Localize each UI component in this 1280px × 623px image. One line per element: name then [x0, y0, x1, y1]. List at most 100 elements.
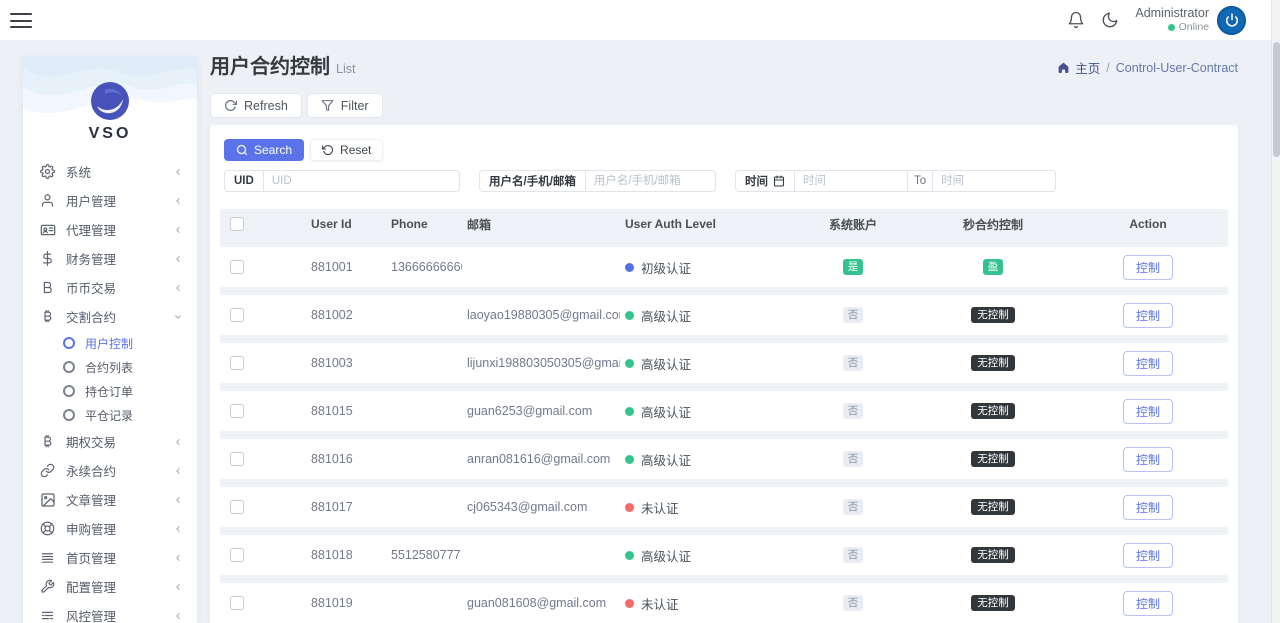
row-checkbox[interactable] [230, 500, 244, 514]
row-checkbox[interactable] [230, 548, 244, 562]
sidebar-item[interactable]: 申购管理 [23, 514, 197, 543]
bitcoin-icon [39, 434, 56, 449]
uid-input-group: UID [224, 170, 460, 192]
home-icon [1057, 61, 1070, 74]
user-id-cell: 881002 [306, 308, 386, 322]
user-id-cell: 881003 [306, 356, 386, 370]
action-cell: 控制 [1068, 447, 1228, 472]
sidebar-item[interactable]: 风控管理 [23, 601, 197, 623]
user-id-cell: 881019 [306, 596, 386, 610]
control-button[interactable]: 控制 [1123, 495, 1173, 520]
auth-status-dot [625, 359, 634, 368]
search-button[interactable]: Search [224, 139, 304, 161]
sidebar-item[interactable]: 配置管理 [23, 572, 197, 601]
notifications-bell-icon[interactable] [1067, 11, 1085, 29]
article-icon [39, 492, 56, 508]
chevron-left-icon [173, 611, 183, 621]
row-checkbox[interactable] [230, 452, 244, 466]
page-toolbar: Refresh Filter [210, 93, 1238, 118]
reset-button[interactable]: Reset [310, 139, 383, 161]
breadcrumb-home[interactable]: 主页 [1057, 58, 1100, 77]
select-all-checkbox[interactable] [230, 217, 244, 231]
sidebar-subitem[interactable]: 合约列表 [23, 355, 197, 379]
sidebar-item[interactable]: 交割合约 [23, 302, 197, 331]
sidebar-item[interactable]: 系统 [23, 157, 197, 186]
sidebar-item-label: 期权交易 [66, 432, 163, 451]
refresh-button[interactable]: Refresh [210, 93, 302, 118]
online-status-dot [1168, 24, 1175, 31]
sidebar-subitem-label: 合约列表 [85, 359, 133, 376]
users-table: User Id Phone 邮箱 User Auth Level 系统账户 秒合… [220, 209, 1228, 623]
action-cell: 控制 [1068, 399, 1228, 424]
auth-status-dot [625, 407, 634, 416]
row-checkbox[interactable] [230, 596, 244, 610]
sidebar-item[interactable]: 永续合约 [23, 456, 197, 485]
phone-cell: 5512580777 [386, 548, 462, 562]
breadcrumb-separator: / [1106, 61, 1109, 75]
menu-toggle-icon[interactable] [10, 12, 32, 28]
table-row: 88100113666666666初级认证是盈控制 [220, 247, 1228, 287]
radio-circle-icon [63, 385, 75, 397]
sidebar-item[interactable]: 用户管理 [23, 186, 197, 215]
action-cell: 控制 [1068, 255, 1228, 280]
topbar: Administrator Online [0, 0, 1280, 40]
username-input[interactable] [586, 171, 756, 191]
logo: VSO [23, 56, 197, 143]
control-button[interactable]: 控制 [1123, 543, 1173, 568]
second-contract-badge: 无控制 [971, 307, 1015, 324]
sidebar-item[interactable]: 期权交易 [23, 427, 197, 456]
sidebar-subitem-label: 持仓订单 [85, 383, 133, 400]
content-card: Search Reset UID 用户名/手机/邮箱 时间 [210, 125, 1238, 623]
sidebar-item[interactable]: 文章管理 [23, 485, 197, 514]
time-from-input[interactable] [795, 171, 907, 191]
auth-status-dot [625, 551, 634, 560]
logo-text: VSO [23, 125, 197, 143]
row-checkbox[interactable] [230, 260, 244, 274]
page-subtitle: List [336, 62, 355, 76]
sidebar-subitem[interactable]: 持仓订单 [23, 379, 197, 403]
control-button[interactable]: 控制 [1123, 399, 1173, 424]
scrollbar-thumb[interactable] [1273, 42, 1280, 157]
time-to-input[interactable] [933, 171, 1103, 191]
auth-status-dot [625, 503, 634, 512]
control-button[interactable]: 控制 [1123, 351, 1173, 376]
sidebar-item[interactable]: 首页管理 [23, 543, 197, 572]
uid-input[interactable] [264, 171, 459, 191]
system-account-badge: 否 [843, 451, 864, 468]
user-menu[interactable]: Administrator Online [1135, 6, 1246, 35]
dark-mode-moon-icon[interactable] [1101, 11, 1119, 29]
auth-status-dot [625, 599, 634, 608]
sidebar-item[interactable]: 财务管理 [23, 244, 197, 273]
row-checkbox[interactable] [230, 356, 244, 370]
page-title-block: 用户合约控制List [210, 50, 355, 79]
control-button[interactable]: 控制 [1123, 255, 1173, 280]
sidebar-item[interactable]: 代理管理 [23, 215, 197, 244]
sidebar-item[interactable]: 币币交易 [23, 273, 197, 302]
control-button[interactable]: 控制 [1123, 591, 1173, 616]
radio-circle-icon [63, 361, 75, 373]
email-cell: guan081608@gmail.com [462, 596, 620, 610]
page-scrollbar[interactable] [1271, 0, 1280, 623]
chevron-left-icon [173, 524, 183, 534]
control-button[interactable]: 控制 [1123, 303, 1173, 328]
header-user-id: User Id [306, 217, 386, 231]
header-action: Action [1068, 217, 1228, 231]
user-id-cell: 881017 [306, 500, 386, 514]
chevron-left-icon [173, 437, 183, 447]
filter-button[interactable]: Filter [307, 93, 383, 118]
row-checkbox[interactable] [230, 404, 244, 418]
row-checkbox[interactable] [230, 308, 244, 322]
sidebar-item-label: 配置管理 [66, 577, 163, 596]
time-label: 时间 [736, 171, 795, 191]
second-contract-badge: 无控制 [971, 547, 1015, 564]
calendar-icon [773, 175, 785, 187]
user-name: Administrator [1135, 6, 1209, 21]
avatar[interactable] [1217, 6, 1246, 35]
sidebar-subitem[interactable]: 用户控制 [23, 331, 197, 355]
table-body: 88100113666666666初级认证是盈控制881002laoyao198… [220, 247, 1228, 623]
control-button[interactable]: 控制 [1123, 447, 1173, 472]
second-contract-cell: 无控制 [918, 355, 1068, 372]
auth-level-cell: 未认证 [620, 594, 788, 613]
username-label: 用户名/手机/邮箱 [480, 171, 586, 191]
sidebar-subitem[interactable]: 平仓记录 [23, 403, 197, 427]
